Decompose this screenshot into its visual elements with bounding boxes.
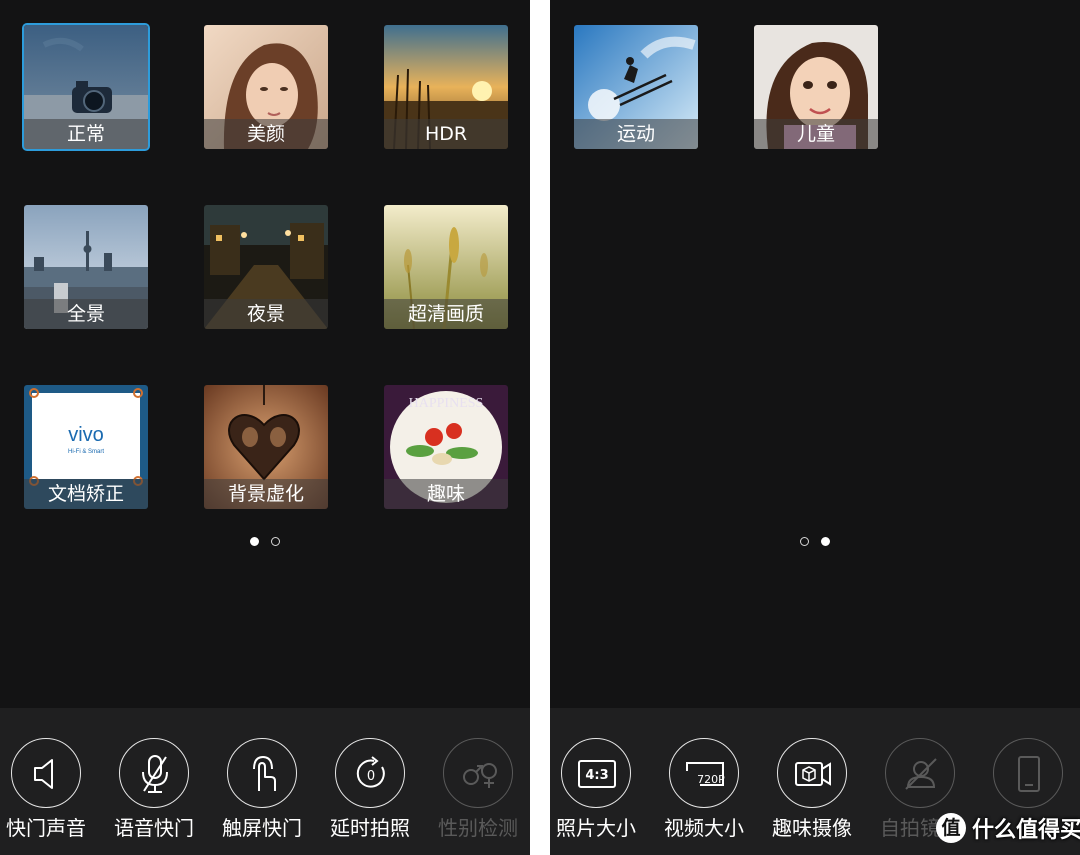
setting-label: 趣味摄像: [772, 816, 852, 840]
mode-tile-beauty[interactable]: 美颜: [204, 25, 328, 149]
watermark-text: 什么值得买: [972, 818, 1080, 843]
mode-label: HDR: [384, 119, 508, 149]
setting-label: 快门声音: [6, 816, 86, 840]
mode-label: 超清画质: [384, 299, 508, 329]
page-dot-2[interactable]: [821, 537, 830, 546]
setting-ring: 4:3: [561, 738, 631, 808]
settings-bar: 快门声音 语音快门 触屏快门 0 延时拍照 性别检测: [0, 708, 530, 855]
self-timer-toggle[interactable]: 0 延时拍照: [318, 738, 422, 850]
video-resolution-value: 720P: [697, 773, 725, 786]
phone-icon: [1018, 756, 1040, 792]
gender-icon: [463, 763, 497, 788]
mode-label: 全景: [24, 299, 148, 329]
mode-label: 趣味: [384, 479, 508, 509]
fun-video-setting[interactable]: 趣味摄像: [760, 738, 864, 850]
touch-shutter-toggle[interactable]: 触屏快门: [210, 738, 314, 850]
mode-tile-kids[interactable]: 儿童: [754, 25, 878, 149]
setting-label: 延时拍照: [330, 816, 410, 840]
mode-label: 儿童: [754, 119, 878, 149]
vivo-logo-text: vivo: [68, 424, 104, 446]
mode-tile-panorama[interactable]: 全景: [24, 205, 148, 329]
selfie-mirror-icon: [905, 758, 937, 790]
setting-label: 语音快门: [114, 816, 194, 840]
mode-label: 运动: [574, 119, 698, 149]
camera-mode-screen-page-2: 运动 儿童 4:3 照片大小 720P 视频大小 趣味摄像 自拍镜像: [550, 0, 1080, 855]
mode-label: 背景虚化: [204, 479, 328, 509]
setting-ring: 720P: [669, 738, 739, 808]
mode-label: 正常: [24, 119, 148, 149]
mode-label: 文档矫正: [24, 479, 148, 509]
gender-detection-toggle[interactable]: 性别检测: [426, 738, 530, 850]
vivo-slogan-text: Hi-Fi & Smart: [68, 449, 104, 455]
page-dot-2[interactable]: [271, 537, 280, 546]
video-resolution-icon: 720P: [686, 762, 725, 786]
setting-label: 触屏快门: [222, 816, 302, 840]
touch-icon: [253, 755, 276, 791]
setting-label: 性别检测: [438, 816, 518, 840]
mode-tile-night[interactable]: 夜景: [204, 205, 328, 329]
timer-value: 0: [367, 769, 375, 784]
timer-icon: 0: [356, 756, 385, 788]
watermark-badge: 值: [936, 813, 966, 843]
setting-label: 视频大小: [664, 816, 744, 840]
setting-ring: [11, 738, 81, 808]
speaker-icon: [34, 759, 53, 789]
mode-tile-super-resolution[interactable]: 超清画质: [384, 205, 508, 329]
mode-label: 夜景: [204, 299, 328, 329]
mode-tile-background-blur[interactable]: 背景虚化: [204, 385, 328, 509]
video-size-setting[interactable]: 720P 视频大小: [652, 738, 756, 850]
happiness-text: HAPPINESS: [409, 396, 484, 411]
setting-ring: [777, 738, 847, 808]
setting-label: 照片大小: [556, 816, 636, 840]
voice-shutter-toggle[interactable]: 语音快门: [102, 738, 206, 850]
setting-ring: [443, 738, 513, 808]
fun-video-icon: [795, 762, 831, 786]
camera-mode-screen-page-1: 正常 美颜 HDR 全景 夜景 超清画质 vivo Hi-Fi & Smart …: [0, 0, 530, 855]
mode-tile-fun[interactable]: HAPPINESS 趣味: [384, 385, 508, 509]
photo-size-setting[interactable]: 4:3 照片大小: [550, 738, 648, 850]
mode-tile-sports[interactable]: 运动: [574, 25, 698, 149]
setting-ring: [885, 738, 955, 808]
page-dot-1[interactable]: [800, 537, 809, 546]
mode-tile-hdr[interactable]: HDR: [384, 25, 508, 149]
setting-ring: [227, 738, 297, 808]
mode-label: 美颜: [204, 119, 328, 149]
page-dot-1[interactable]: [250, 537, 259, 546]
page-indicator: [250, 537, 280, 547]
setting-ring: 0: [335, 738, 405, 808]
microphone-icon: [142, 755, 168, 793]
setting-ring: [993, 738, 1063, 808]
mode-tile-document-correction[interactable]: vivo Hi-Fi & Smart 文档矫正: [24, 385, 148, 509]
page-indicator: [800, 537, 830, 547]
mode-tile-normal[interactable]: 正常: [24, 25, 148, 149]
aspect-ratio-icon: 4:3: [578, 760, 616, 788]
setting-ring: [119, 738, 189, 808]
site-watermark: 值 什么值得买: [936, 808, 1080, 848]
shutter-sound-toggle[interactable]: 快门声音: [0, 738, 98, 850]
aspect-ratio-value: 4:3: [585, 768, 608, 783]
